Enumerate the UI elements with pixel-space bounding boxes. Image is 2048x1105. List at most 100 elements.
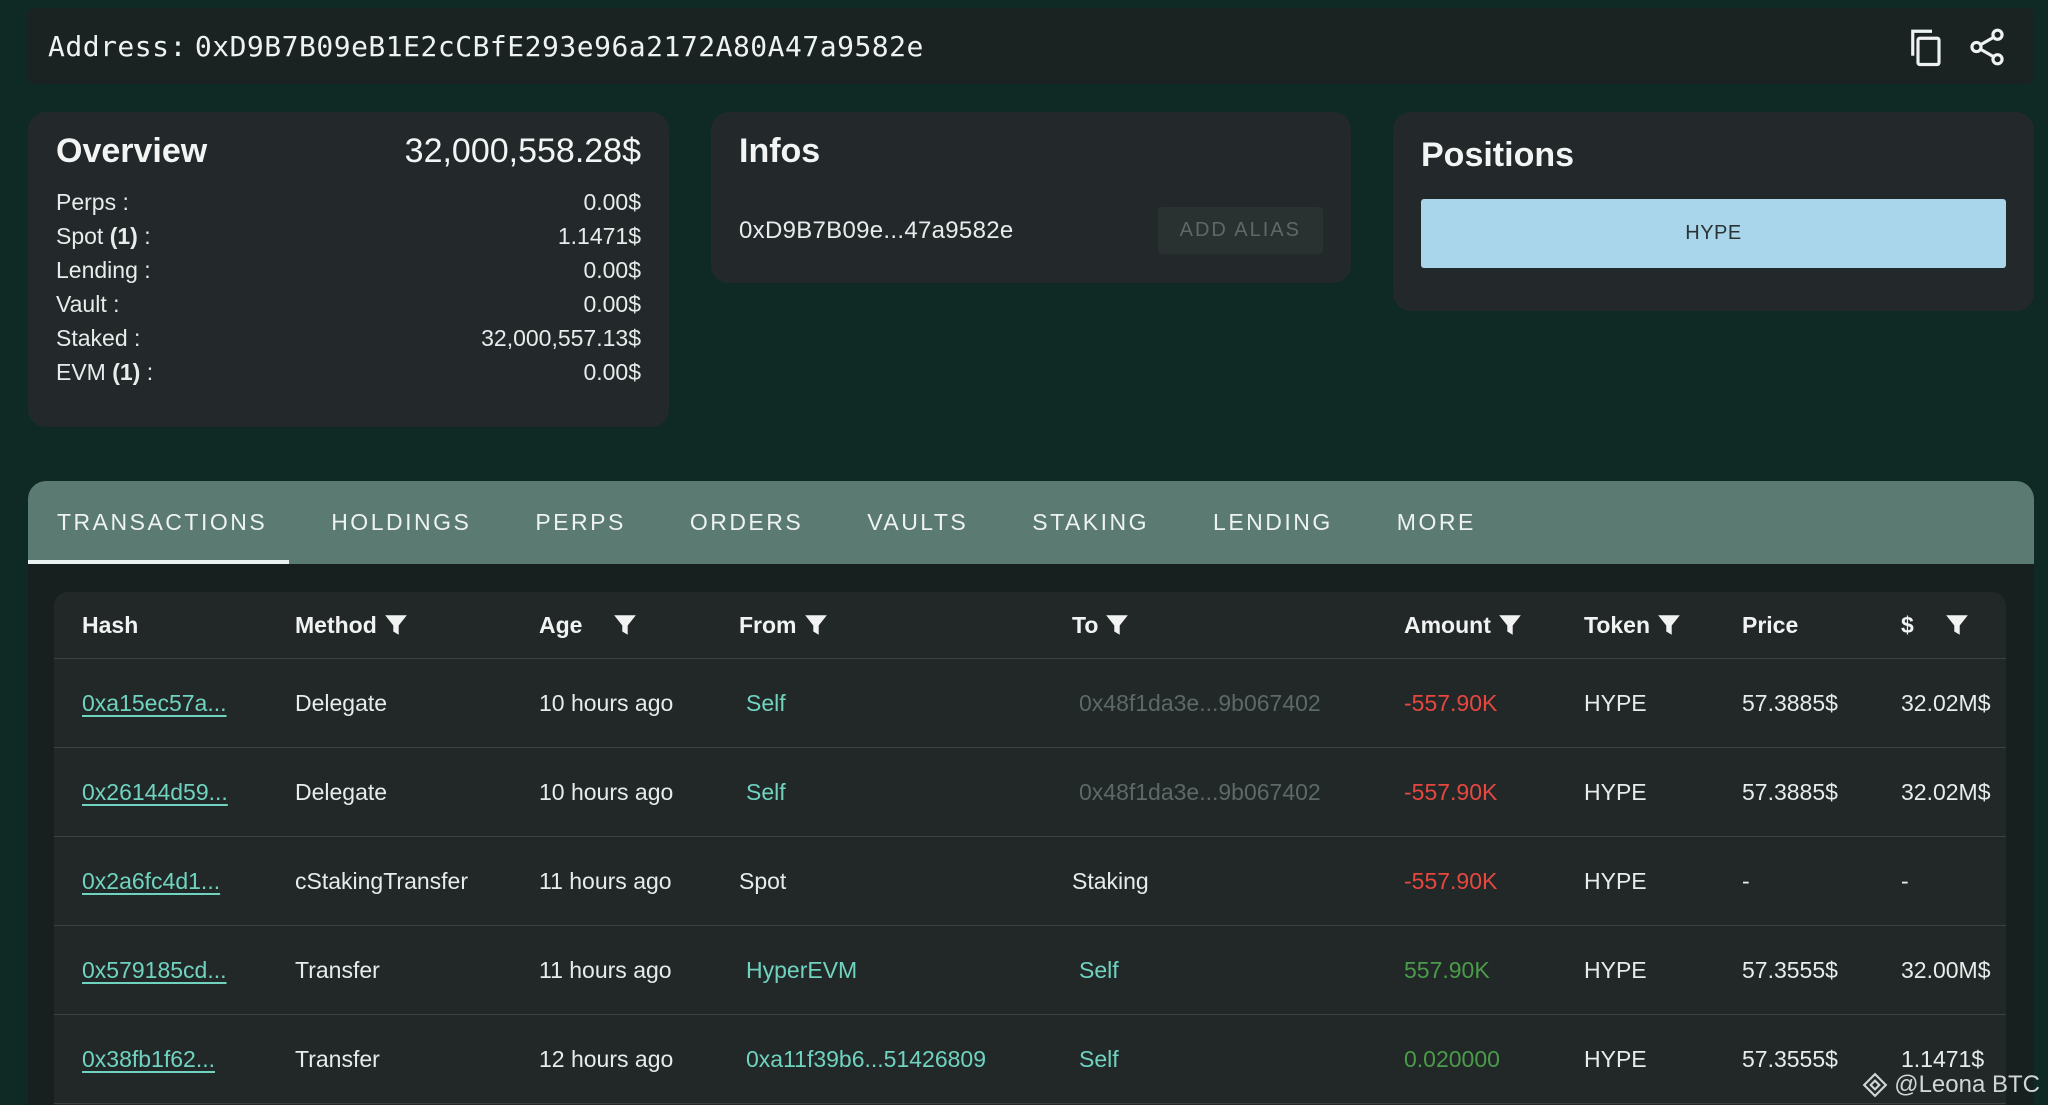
cell-to[interactable]: 0x48f1da3e...9b067402	[1079, 748, 1321, 837]
cell-age: 11 hours ago	[539, 868, 672, 894]
table-header: Hash Method Age From To Amount Token Price $	[54, 592, 2006, 659]
tab-perps[interactable]: PERPS	[535, 509, 625, 536]
cell-usd: 32.02M$	[1901, 690, 1991, 716]
cell-age: 11 hours ago	[539, 957, 672, 983]
table-row[interactable]: 0x38fb1f62... Transfer 12 hours ago 0xa11f3…	[54, 1015, 2006, 1104]
tab-lending[interactable]: LENDING	[1213, 509, 1333, 536]
overview-row: Vault : 0.00$	[56, 287, 641, 321]
infos-short-address: 0xD9B7B09e...47a9582e	[739, 216, 1014, 244]
overview-card: Overview 32,000,558.28$ Perps : 0.00$ Spot…	[28, 112, 669, 427]
cell-token: HYPE	[1584, 690, 1647, 716]
overview-row-value: 32,000,557.13$	[481, 325, 641, 351]
filter-icon[interactable]	[1104, 612, 1130, 640]
copy-icon[interactable]	[1904, 26, 1946, 68]
overview-row-label: Vault :	[56, 291, 120, 317]
cell-amount: -557.90K	[1404, 690, 1498, 716]
cell-token: HYPE	[1584, 868, 1647, 894]
cell-hash[interactable]: 0xa15ec57a...	[82, 659, 227, 748]
cell-from: Spot	[739, 868, 787, 894]
overview-row-label: Perps :	[56, 189, 129, 215]
overview-row: EVM (1) : 0.00$	[56, 355, 641, 389]
position-chip-hype[interactable]: HYPE	[1421, 199, 2006, 268]
cell-from[interactable]: HyperEVM	[746, 926, 857, 1015]
overview-row-value: 0.00$	[583, 257, 641, 283]
filter-icon[interactable]	[383, 612, 409, 640]
overview-total: 32,000,558.28$	[404, 132, 641, 170]
column-header-token: Token	[1584, 592, 1682, 659]
address-text: Address: 0xD9B7B09eB1E2cCBfE293e96a2172A8…	[48, 30, 924, 63]
cell-to[interactable]: 0x48f1da3e...9b067402	[1079, 659, 1321, 748]
cell-from[interactable]: Self	[746, 659, 786, 748]
watermark-text: @Leona BTC	[1894, 1071, 2040, 1098]
tab-transactions[interactable]: TRANSACTIONS	[57, 509, 267, 536]
table-row[interactable]: 0xa15ec57a... Delegate 10 hours ago Self 0x4…	[54, 659, 2006, 748]
cell-hash[interactable]: 0x38fb1f62...	[82, 1015, 215, 1104]
address-label: Address:	[48, 29, 187, 63]
column-header-usd: $	[1901, 592, 1970, 659]
tab-more[interactable]: MORE	[1397, 509, 1476, 536]
overview-row: Perps : 0.00$	[56, 185, 641, 219]
cell-to: Staking	[1072, 868, 1149, 894]
diamond-logo-icon	[1862, 1072, 1888, 1098]
cell-age: 10 hours ago	[539, 690, 674, 716]
cell-token: HYPE	[1584, 957, 1647, 983]
add-alias-button[interactable]: ADD ALIAS	[1157, 207, 1323, 254]
cell-from[interactable]: 0xa11f39b6...51426809	[746, 1015, 986, 1104]
cell-hash[interactable]: 0x2a6fc4d1...	[82, 837, 220, 926]
infos-card: Infos 0xD9B7B09e...47a9582e ADD ALIAS	[711, 112, 1351, 283]
column-header-amount: Amount	[1404, 592, 1523, 659]
cell-to[interactable]: Self	[1079, 1015, 1119, 1104]
overview-row: Lending : 0.00$	[56, 253, 641, 287]
cell-from[interactable]: Self	[746, 748, 786, 837]
filter-icon[interactable]	[612, 612, 638, 640]
share-icon[interactable]	[1966, 26, 2008, 68]
cell-price: 57.3555$	[1742, 957, 1838, 983]
cell-method: Delegate	[295, 779, 388, 805]
table-row[interactable]: 0x579185cd... Transfer 11 hours ago HyperEV…	[54, 926, 2006, 1015]
tab-staking[interactable]: STAKING	[1032, 509, 1149, 536]
cell-method: Transfer	[295, 1046, 380, 1072]
cell-age: 10 hours ago	[539, 779, 674, 805]
overview-row-value: 0.00$	[583, 359, 641, 385]
column-header-age: Age	[539, 592, 638, 659]
cell-usd: 32.02M$	[1901, 779, 1991, 805]
overview-row-value: 1.1471$	[557, 223, 641, 249]
transactions-table: Hash Method Age From To Amount Token Price $ 0xa…	[54, 592, 2006, 1105]
cell-method: cStakingTransfer	[295, 868, 468, 894]
tab-vaults[interactable]: VAULTS	[867, 509, 968, 536]
overview-row-value: 0.00$	[583, 291, 641, 317]
cell-age: 12 hours ago	[539, 1046, 674, 1072]
cell-usd: -	[1901, 868, 1909, 894]
table-row[interactable]: 0x2a6fc4d1... cStakingTransfer 11 hours ag…	[54, 837, 2006, 926]
overview-row-label: Staked :	[56, 325, 141, 351]
table-row[interactable]: 0x26144d59... Delegate 10 hours ago Self 0x4…	[54, 748, 2006, 837]
column-header-from: From	[739, 592, 829, 659]
cell-hash[interactable]: 0x26144d59...	[82, 748, 228, 837]
column-header-price: Price	[1742, 612, 1799, 638]
cell-to[interactable]: Self	[1079, 926, 1119, 1015]
cell-usd: 32.00M$	[1901, 957, 1991, 983]
filter-icon[interactable]	[1497, 612, 1523, 640]
overview-row: Staked : 32,000,557.13$	[56, 321, 641, 355]
cell-amount: 0.020000	[1404, 1046, 1500, 1072]
cell-price: 57.3885$	[1742, 779, 1838, 805]
filter-icon[interactable]	[1656, 612, 1682, 640]
address-value: 0xD9B7B09eB1E2cCBfE293e96a2172A80A47a958…	[194, 29, 924, 63]
positions-title: Positions	[1421, 136, 1575, 174]
tab-orders[interactable]: ORDERS	[690, 509, 803, 536]
overview-row-value: 0.00$	[583, 189, 641, 215]
cell-hash[interactable]: 0x579185cd...	[82, 926, 227, 1015]
tab-holdings[interactable]: HOLDINGS	[331, 509, 471, 536]
column-header-to: To	[1072, 592, 1130, 659]
cell-price: 57.3885$	[1742, 690, 1838, 716]
filter-icon[interactable]	[803, 612, 829, 640]
overview-row-label: Lending :	[56, 257, 151, 283]
cell-amount: -557.90K	[1404, 868, 1498, 894]
watermark: @Leona BTC	[1862, 1071, 2040, 1099]
column-header-hash: Hash	[82, 612, 139, 638]
filter-icon[interactable]	[1944, 612, 1970, 640]
address-bar: Address: 0xD9B7B09eB1E2cCBfE293e96a2172A8…	[28, 8, 2034, 84]
cell-method: Delegate	[295, 690, 388, 716]
column-header-method: Method	[295, 592, 409, 659]
infos-title: Infos	[739, 132, 821, 170]
